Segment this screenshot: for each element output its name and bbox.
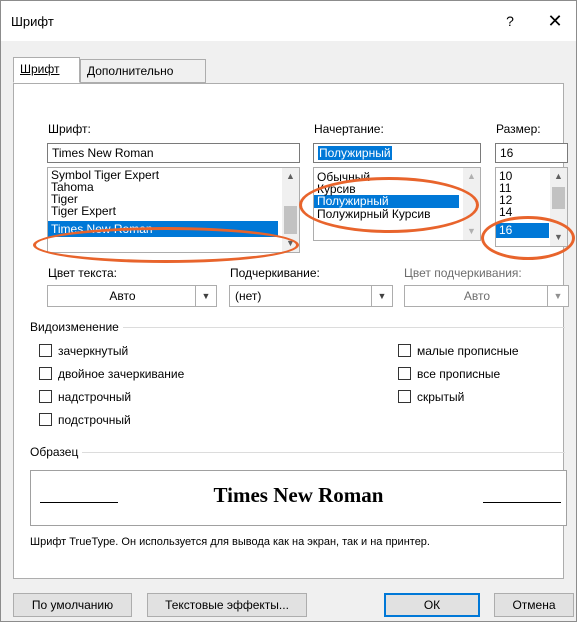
underline-color-label: Цвет подчеркивания: — [404, 266, 522, 280]
preview-text: Times New Roman — [213, 483, 384, 507]
font-scroll-thumb[interactable] — [284, 206, 297, 234]
ok-label: ОК — [423, 598, 441, 612]
checkbox-label: малые прописные — [417, 344, 519, 358]
cancel-button[interactable]: Отмена — [494, 593, 574, 617]
underline-label: Подчеркивание: — [230, 266, 320, 280]
checkbox-label: двойное зачеркивание — [58, 367, 185, 381]
font-list-item-selected[interactable]: Times New Roman — [48, 221, 278, 237]
checkbox-label: зачеркнутый — [58, 344, 129, 358]
chevron-up-icon[interactable]: ▲ — [550, 168, 567, 185]
underline-value: (нет) — [235, 289, 262, 303]
style-input-value: Полужирный — [318, 146, 392, 160]
tab-font-label: Шрифт — [20, 62, 60, 76]
chevron-down-icon[interactable]: ▼ — [371, 286, 392, 306]
hidden-checkbox[interactable]: скрытый — [398, 389, 568, 405]
font-dialog: Шрифт ? ✕ Шрифт Дополнительно Шрифт: Tim… — [0, 0, 577, 622]
font-list-item[interactable]: Tahoma — [48, 181, 299, 193]
style-scrollbar[interactable]: ▲ ▼ — [463, 168, 480, 240]
chevron-down-icon[interactable]: ▼ — [195, 286, 216, 306]
preview-underline-right — [483, 502, 561, 503]
underline-color-combo[interactable]: Авто ▼ — [404, 285, 569, 307]
checkbox-box[interactable] — [398, 390, 411, 403]
preview-title: Образец — [30, 445, 83, 459]
close-icon[interactable]: ✕ — [541, 9, 569, 33]
font-color-label: Цвет текста: — [48, 266, 118, 280]
strikethrough-checkbox[interactable]: зачеркнутый — [39, 343, 239, 359]
font-listbox[interactable]: Symbol Tiger Expert Tahoma Tiger Tiger E… — [47, 167, 300, 253]
subscript-checkbox[interactable]: подстрочный — [39, 412, 239, 428]
tab-font[interactable]: Шрифт — [13, 57, 80, 83]
preview-box: Times New Roman — [30, 470, 567, 526]
style-list-item[interactable]: Полужирный Курсив — [314, 208, 480, 220]
font-color-value: Авто — [109, 289, 136, 303]
tab-advanced-label: Дополнительно — [87, 64, 174, 78]
font-input[interactable]: Times New Roman — [47, 143, 300, 163]
chevron-down-icon[interactable]: ▼ — [550, 229, 567, 246]
checkbox-box[interactable] — [39, 367, 52, 380]
dialog-title: Шрифт — [11, 14, 54, 29]
all-caps-checkbox[interactable]: все прописные — [398, 366, 568, 382]
checkbox-box[interactable] — [39, 344, 52, 357]
checkbox-box[interactable] — [39, 413, 52, 426]
size-scroll-thumb[interactable] — [552, 187, 565, 209]
superscript-checkbox[interactable]: надстрочный — [39, 389, 239, 405]
size-label: Размер: — [496, 122, 541, 136]
preview-description: Шрифт TrueType. Он используется для выво… — [30, 536, 430, 548]
chevron-up-icon[interactable]: ▲ — [282, 168, 299, 185]
tab-advanced[interactable]: Дополнительно — [80, 59, 206, 83]
font-scrollbar[interactable]: ▲ ▼ — [282, 168, 299, 252]
cancel-label: Отмена — [512, 598, 556, 612]
set-default-button[interactable]: По умолчанию — [13, 593, 132, 617]
checkbox-label: все прописные — [417, 367, 501, 381]
chevron-up-icon[interactable]: ▲ — [463, 168, 480, 185]
text-effects-label: Текстовые эффекты... — [165, 598, 289, 612]
underline-combo[interactable]: (нет) ▼ — [229, 285, 393, 307]
style-label: Начертание: — [314, 122, 384, 136]
font-color-combo[interactable]: Авто ▼ — [47, 285, 217, 307]
checkbox-label: скрытый — [417, 390, 465, 404]
size-list-item-selected[interactable]: 16 — [496, 223, 549, 238]
underline-color-value: Авто — [463, 289, 491, 303]
text-effects-button[interactable]: Текстовые эффекты... — [147, 593, 307, 617]
checkbox-box[interactable] — [39, 390, 52, 403]
checkbox-box[interactable] — [398, 367, 411, 380]
effects-title: Видоизменение — [30, 320, 123, 334]
small-caps-checkbox[interactable]: малые прописные — [398, 343, 568, 359]
double-strikethrough-checkbox[interactable]: двойное зачеркивание — [39, 366, 239, 382]
size-input[interactable]: 16 — [495, 143, 568, 163]
preview-divider — [35, 452, 565, 453]
style-input[interactable]: Полужирный — [313, 143, 481, 163]
checkbox-label: надстрочный — [58, 390, 132, 404]
help-icon[interactable]: ? — [498, 9, 522, 33]
font-list-item[interactable]: Tiger Expert — [48, 205, 299, 217]
font-label: Шрифт: — [48, 122, 91, 136]
size-listbox[interactable]: 10 11 12 14 16 ▲ ▼ — [495, 167, 568, 247]
set-default-label: По умолчанию — [31, 598, 114, 612]
checkbox-label: подстрочный — [58, 413, 131, 427]
ok-button[interactable]: ОК — [384, 593, 480, 617]
chevron-down-icon[interactable]: ▼ — [282, 235, 299, 252]
title-bar: Шрифт ? ✕ — [1, 1, 576, 41]
chevron-down-icon[interactable]: ▼ — [547, 286, 568, 306]
chevron-down-icon[interactable]: ▼ — [463, 223, 480, 240]
style-listbox[interactable]: Обычный Курсив Полужирный Полужирный Кур… — [313, 167, 481, 241]
size-scrollbar[interactable]: ▲ ▼ — [550, 168, 567, 246]
checkbox-box[interactable] — [398, 344, 411, 357]
